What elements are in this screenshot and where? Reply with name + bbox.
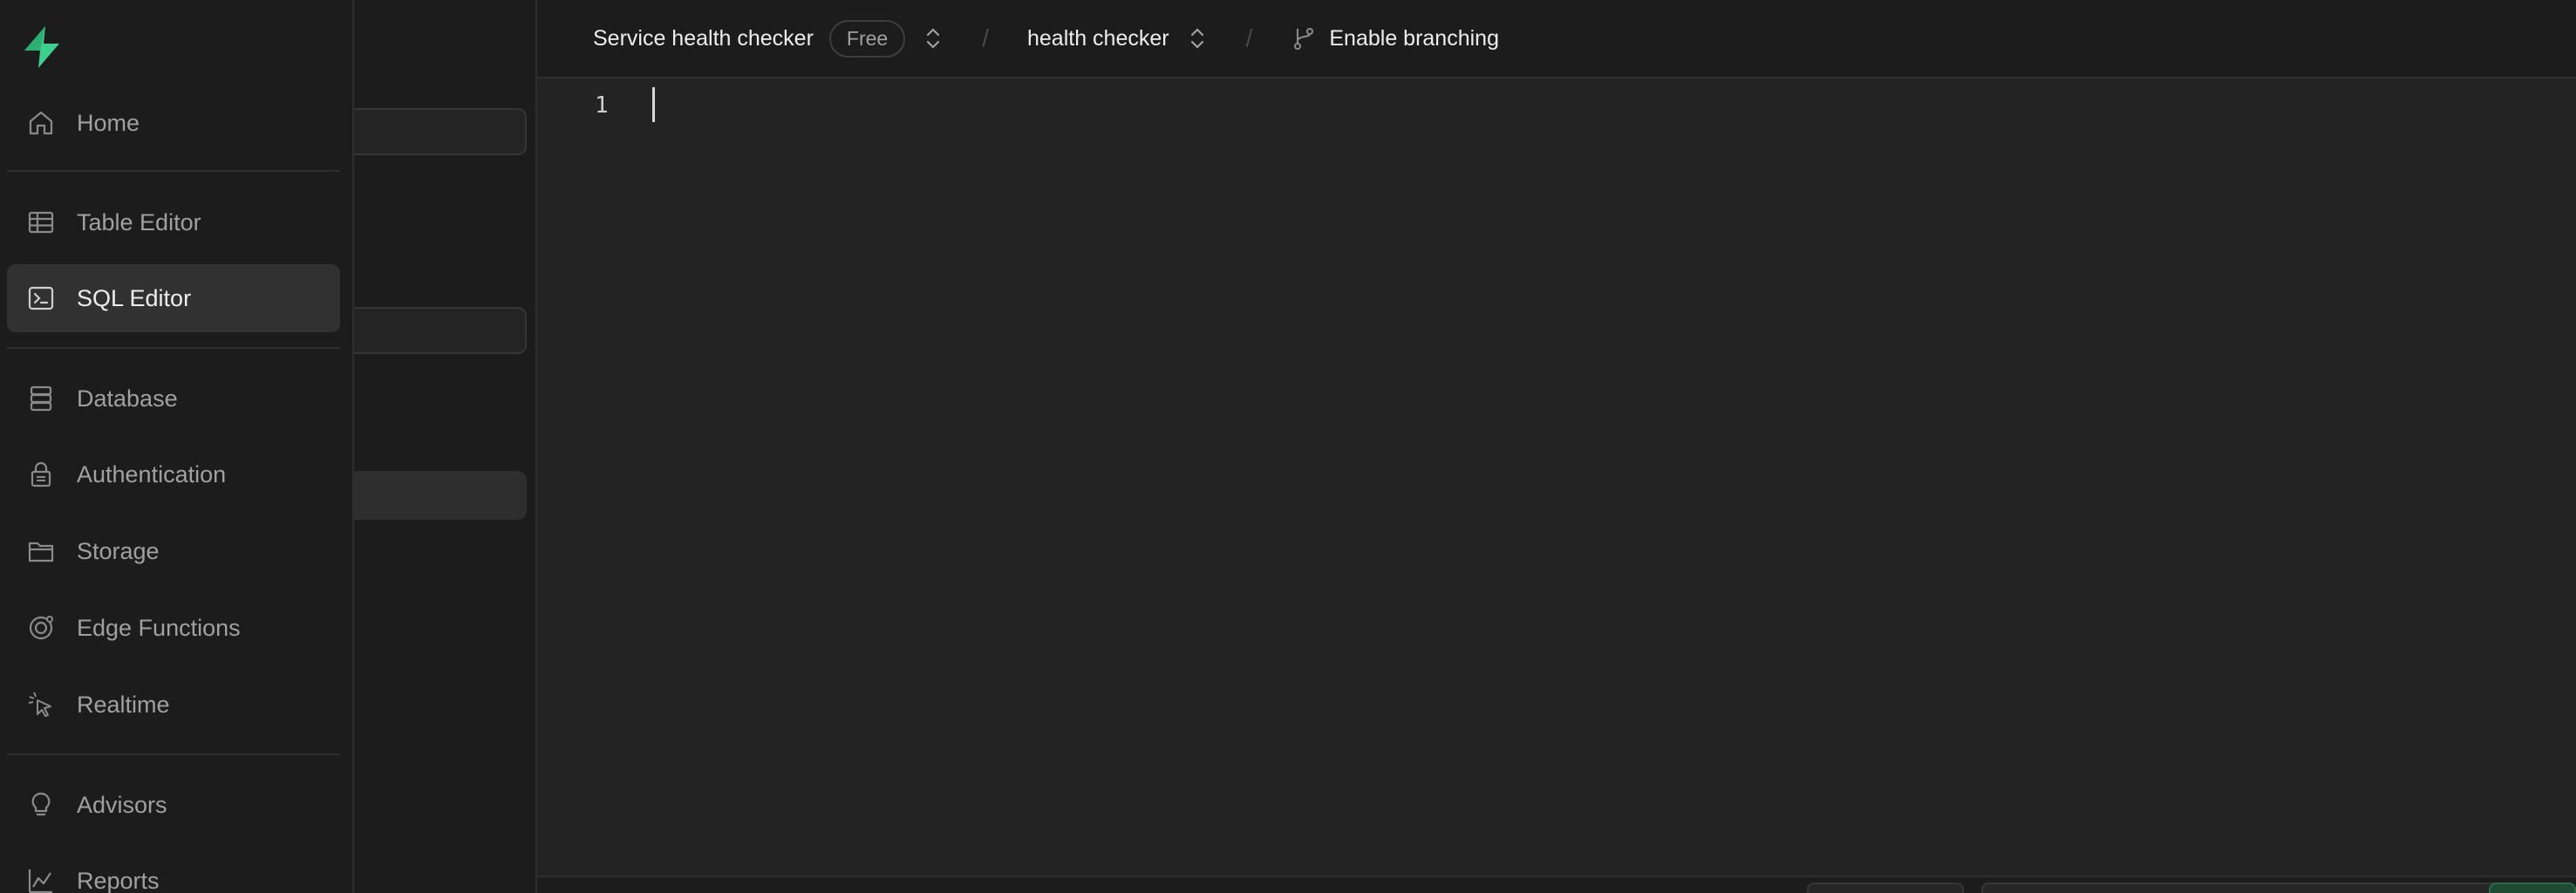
sidebar-item-storage[interactable]: Storage xyxy=(7,517,340,585)
sql-code-editor[interactable]: 1 xyxy=(537,78,2576,876)
sidebar-item-label: Realtime xyxy=(77,691,170,718)
results-toolbar-field[interactable] xyxy=(1981,883,2522,893)
sidebar-item-label: Authentication xyxy=(77,460,227,487)
sidebar-item-edge-functions[interactable]: Edge Functions xyxy=(7,594,340,662)
results-toolbar-button[interactable] xyxy=(1807,883,1964,893)
sidebar-item-realtime[interactable]: Realtime xyxy=(7,671,340,739)
breadcrumb-separator: / xyxy=(982,24,989,51)
breadcrumb-separator: / xyxy=(1245,24,1253,51)
table-icon xyxy=(26,208,56,237)
project-name: Service health checker xyxy=(593,25,814,51)
sql-editor-side-panel xyxy=(302,0,537,893)
home-icon xyxy=(26,108,56,138)
branch-name: health checker xyxy=(1026,25,1169,51)
terminal-icon xyxy=(26,283,56,313)
sidebar-item-label: Reports xyxy=(77,867,160,893)
sidebar-item-sql-editor[interactable]: SQL Editor xyxy=(7,264,340,332)
sidebar-item-reports[interactable]: Reports xyxy=(7,847,340,893)
project-selector[interactable]: Service health checker Free xyxy=(593,19,944,58)
database-icon xyxy=(26,384,56,413)
sidebar-item-label: Edge Functions xyxy=(77,614,241,641)
sidebar-nav: Home Table Editor SQL Editor Database Au… xyxy=(0,0,354,893)
sidebar-item-table-editor[interactable]: Table Editor xyxy=(7,188,340,256)
edge-functions-icon xyxy=(26,613,56,643)
folder-icon xyxy=(26,536,56,566)
sidebar-item-label: Home xyxy=(77,109,140,136)
sidebar-item-database[interactable]: Database xyxy=(7,365,340,433)
sidebar-item-label: Database xyxy=(77,385,178,412)
sidebar-item-authentication[interactable]: Authentication xyxy=(7,440,340,508)
lock-icon xyxy=(26,460,56,489)
sidebar-item-label: Storage xyxy=(77,537,160,564)
nav-divider xyxy=(7,753,340,755)
enable-branching-label: Enable branching xyxy=(1329,25,1499,51)
line-number: 1 xyxy=(595,92,609,119)
app-window: Home Table Editor SQL Editor Database Au… xyxy=(0,0,2576,893)
sidebar-item-label: Table Editor xyxy=(77,208,201,235)
branch-selector[interactable]: health checker xyxy=(1027,24,1208,53)
top-header: Service health checker Free / health che… xyxy=(537,0,2576,78)
sidebar-item-home[interactable]: Home xyxy=(7,89,340,157)
enable-branching-button[interactable]: Enable branching xyxy=(1291,25,1499,51)
chevron-up-down-icon xyxy=(1190,28,1203,49)
run-button[interactable] xyxy=(2489,883,2576,893)
chevron-up-down-icon xyxy=(927,28,940,49)
plan-badge: Free xyxy=(828,19,906,58)
sidebar-item-advisors[interactable]: Advisors xyxy=(7,771,340,839)
sidebar-item-label: Advisors xyxy=(77,791,167,818)
nav-divider xyxy=(7,347,340,349)
results-panel-bar xyxy=(537,876,2576,893)
chart-icon xyxy=(26,866,56,893)
lightbulb-icon xyxy=(26,790,56,820)
nav-divider xyxy=(7,170,340,172)
git-branch-icon xyxy=(1294,28,1314,50)
text-caret xyxy=(652,87,655,122)
sidebar-item-label: SQL Editor xyxy=(77,284,192,311)
supabase-logo-icon[interactable] xyxy=(19,24,65,70)
cursor-click-icon xyxy=(26,690,56,719)
